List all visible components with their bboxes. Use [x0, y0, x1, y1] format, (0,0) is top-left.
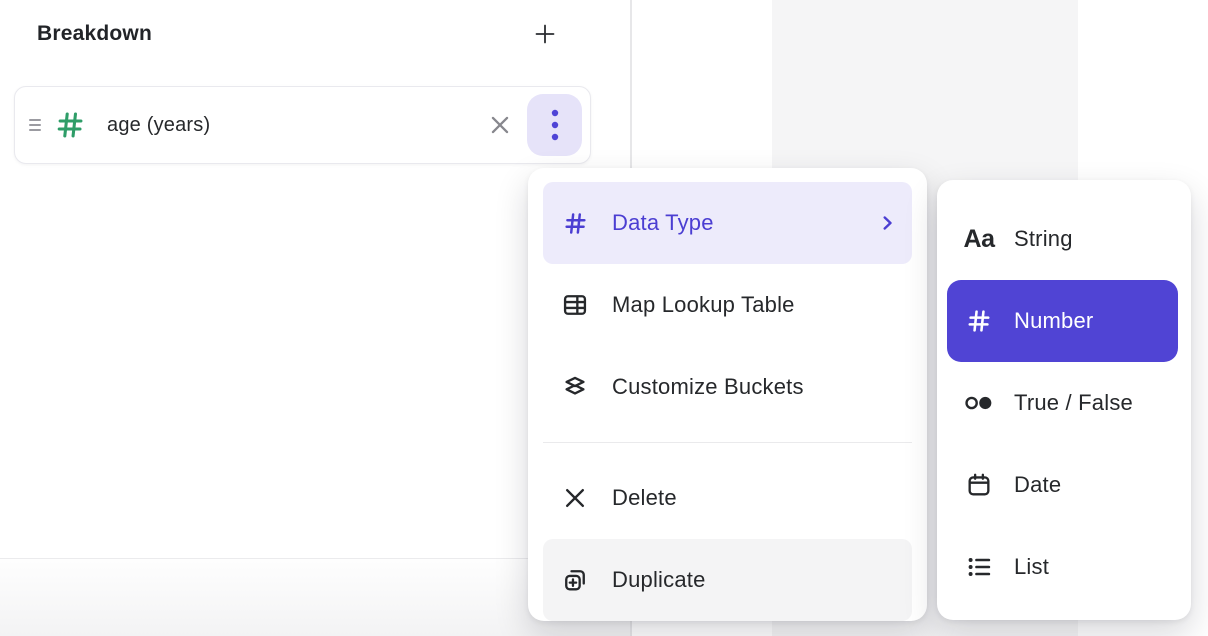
menu-item-label: Delete	[612, 485, 677, 511]
breakdown-title: Breakdown	[37, 22, 152, 46]
submenu-item-list[interactable]: List	[947, 526, 1178, 608]
hash-icon	[962, 306, 996, 336]
submenu-item-number[interactable]: Number	[947, 280, 1178, 362]
menu-item-duplicate[interactable]: Duplicate	[543, 539, 912, 621]
submenu-item-true-false[interactable]: True / False	[947, 362, 1178, 444]
submenu-item-label: Number	[1014, 308, 1093, 334]
boolean-icon	[962, 388, 996, 418]
drag-handle-icon[interactable]	[29, 119, 41, 131]
menu-item-label: Customize Buckets	[612, 374, 804, 400]
query-builder-screen: Breakdown age (years)	[0, 0, 1208, 636]
layers-icon	[561, 373, 589, 401]
kebab-menu-icon	[549, 108, 561, 142]
menu-item-delete[interactable]: Delete	[543, 457, 912, 539]
breakdown-field-label: age (years)	[107, 114, 210, 137]
submenu-item-date[interactable]: Date	[947, 444, 1178, 526]
lookup-table-icon	[561, 291, 589, 319]
close-icon	[487, 112, 513, 138]
menu-item-customize-buckets[interactable]: Customize Buckets	[543, 346, 912, 428]
menu-item-label: Duplicate	[612, 567, 706, 593]
menu-item-data-type[interactable]: Data Type	[543, 182, 912, 264]
field-options-button[interactable]	[527, 94, 582, 156]
submenu-item-label: String	[1014, 226, 1073, 252]
chevron-right-icon	[876, 212, 898, 234]
field-options-menu: Data Type Map Lookup Table	[528, 168, 927, 621]
number-hash-icon	[54, 109, 86, 141]
menu-item-label: Map Lookup Table	[612, 292, 795, 318]
submenu-item-label: List	[1014, 554, 1049, 580]
duplicate-icon	[561, 566, 589, 594]
menu-item-map-lookup-table[interactable]: Map Lookup Table	[543, 264, 912, 346]
add-breakdown-button[interactable]	[529, 18, 561, 50]
data-type-submenu: Aa String Number True / False	[937, 180, 1191, 620]
hash-icon	[561, 209, 589, 237]
menu-divider	[543, 442, 912, 443]
submenu-item-label: True / False	[1014, 390, 1133, 416]
submenu-item-string[interactable]: Aa String	[947, 198, 1178, 280]
x-icon	[561, 484, 589, 512]
calendar-icon	[962, 470, 996, 500]
breakdown-field-card: age (years)	[14, 86, 591, 164]
plus-icon	[531, 20, 559, 48]
list-icon	[962, 552, 996, 582]
remove-breakdown-button[interactable]	[482, 107, 518, 143]
breakdown-header: Breakdown	[37, 12, 561, 56]
string-aa-icon: Aa	[962, 224, 996, 254]
submenu-item-label: Date	[1014, 472, 1061, 498]
menu-item-label: Data Type	[612, 210, 714, 236]
